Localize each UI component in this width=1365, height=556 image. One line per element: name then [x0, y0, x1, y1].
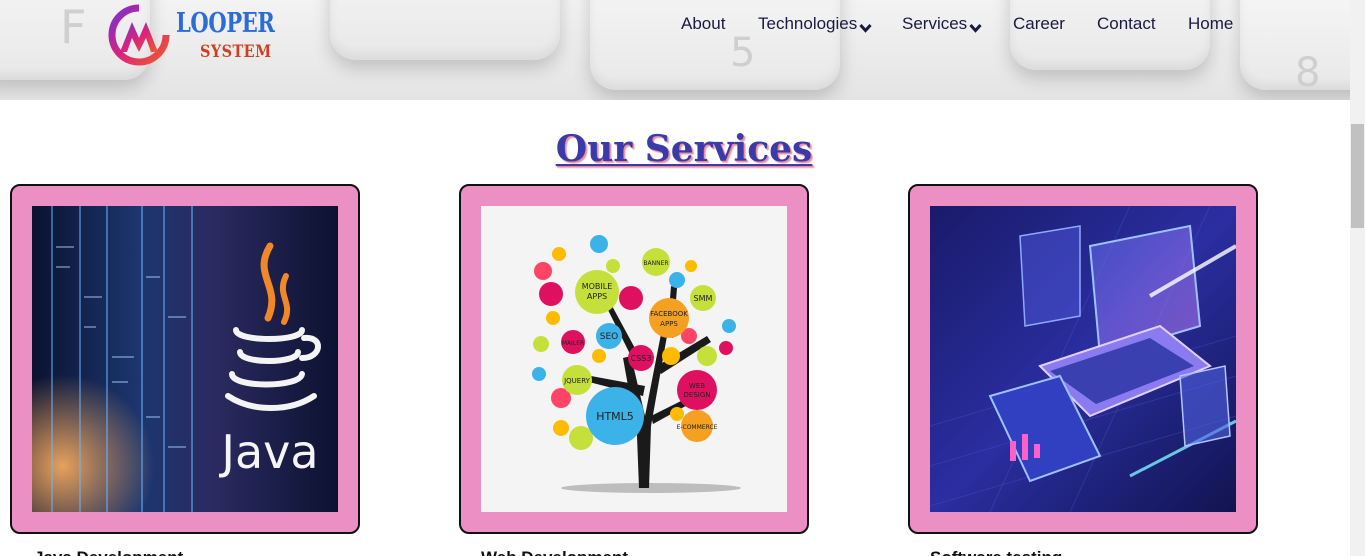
bubble-facebook-apps-1: FACEBOOK	[650, 310, 688, 318]
nav-contact[interactable]: Contact	[1097, 14, 1156, 34]
keyboard-glyph-bg: 5	[730, 30, 756, 76]
header: F 5 8 LOOPER SYSTEM About Technologies S…	[0, 0, 1350, 100]
nav-home[interactable]: Home	[1188, 14, 1233, 34]
service-caption-testing: Software testing	[930, 548, 1062, 556]
bubble-mobile-apps-2: APPS	[587, 292, 607, 301]
section-title: Our Services	[555, 128, 813, 170]
scrollbar-track[interactable]	[1350, 0, 1365, 556]
bubble-web-design-1: WEB	[689, 382, 705, 390]
bubble-html5: HTML5	[596, 410, 634, 423]
bubble-facebook-apps-2: APPS	[660, 320, 678, 328]
testing-image	[930, 206, 1236, 512]
nav-technologies[interactable]: Technologies	[758, 14, 872, 34]
bubble-mailer: MAILER	[562, 340, 584, 347]
bubble-jquery: JQUERY	[563, 377, 591, 385]
service-card-testing[interactable]	[908, 184, 1258, 534]
keyboard-key-bg	[1010, 0, 1210, 70]
logo[interactable]: LOOPER SYSTEM	[108, 4, 278, 66]
bubble-mobile-apps-1: MOBILE	[582, 282, 613, 291]
service-caption-java: Java Development	[34, 548, 183, 556]
nav-career[interactable]: Career	[1013, 14, 1065, 34]
nav-services[interactable]: Services	[902, 14, 982, 34]
bubble-banner: BANNER	[643, 260, 668, 267]
bubble-web-design-2: DESIGN	[684, 391, 711, 399]
bubble-seo: SEO	[600, 332, 618, 342]
chevron-down-icon	[969, 23, 982, 33]
logo-text-top: LOOPER	[176, 8, 275, 39]
java-image: Java	[32, 206, 338, 512]
testing-illustration	[930, 206, 1236, 512]
nav-services-label: Services	[902, 14, 968, 33]
service-card-java[interactable]: Java	[10, 184, 360, 534]
web-tree-illustration: MOBILE APPS BANNER FACEBOOK APPS SMM SEO…	[481, 206, 787, 512]
logo-mark-icon	[108, 4, 170, 66]
chevron-down-icon	[859, 23, 872, 33]
bubble-smm: SMM	[694, 294, 713, 303]
bubble-e-commerce: E-COMMERCE	[677, 424, 718, 431]
service-card-web[interactable]: MOBILE APPS BANNER FACEBOOK APPS SMM SEO…	[459, 184, 809, 534]
keyboard-key-bg	[330, 0, 560, 60]
keyboard-glyph-bg: 8	[1295, 50, 1321, 96]
java-illustration: Java	[32, 206, 338, 512]
keyboard-glyph-bg: F	[60, 0, 87, 54]
java-word: Java	[218, 425, 318, 479]
bubble-css3: CSS3	[631, 354, 652, 363]
logo-text-bottom: SYSTEM	[200, 42, 272, 62]
service-caption-web: Web Development	[481, 548, 628, 556]
web-tree-image: MOBILE APPS BANNER FACEBOOK APPS SMM SEO…	[481, 206, 787, 512]
nav-about[interactable]: About	[681, 14, 725, 34]
nav-technologies-label: Technologies	[758, 14, 858, 33]
